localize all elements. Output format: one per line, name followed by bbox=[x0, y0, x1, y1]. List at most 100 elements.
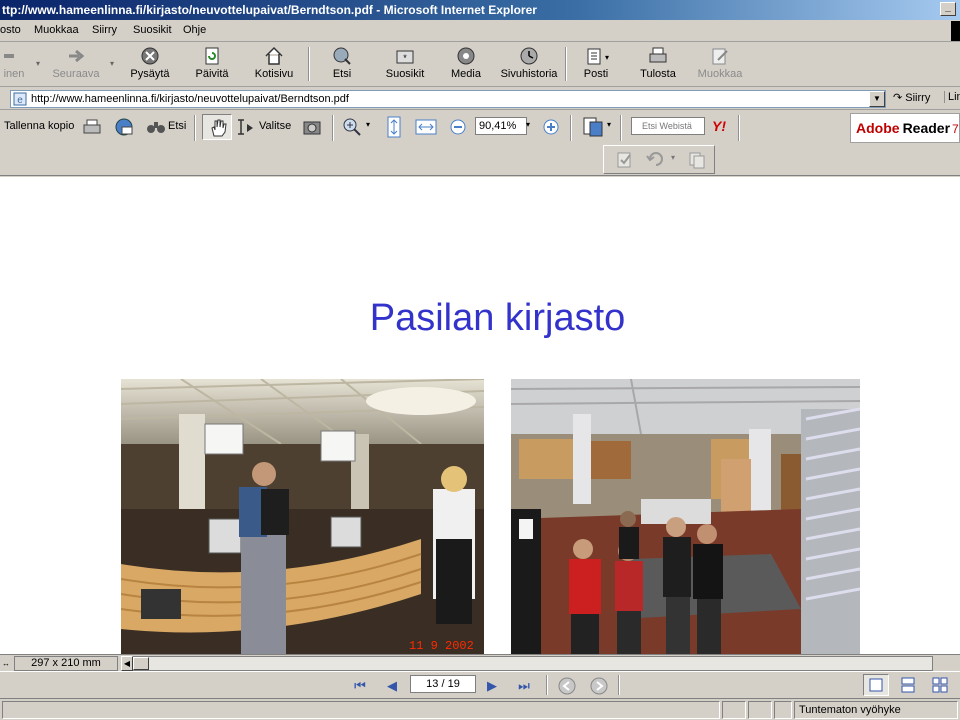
status-cell bbox=[774, 701, 792, 719]
forward-button[interactable]: Seuraava bbox=[50, 46, 102, 84]
window-title-bar: ttp://www.hameenlinna.fi/kirjasto/neuvot… bbox=[0, 0, 960, 20]
menu-edit[interactable]: Muokkaa bbox=[34, 24, 79, 36]
minimize-button[interactable]: _ bbox=[940, 2, 956, 16]
previous-page-icon[interactable]: ◀ bbox=[382, 676, 402, 696]
hand-icon bbox=[211, 119, 227, 137]
forward-dropdown-icon[interactable]: ▾ bbox=[110, 59, 114, 68]
stop-icon bbox=[141, 47, 159, 65]
back-arrow-icon bbox=[4, 54, 14, 58]
address-dropdown-button[interactable]: ▼ bbox=[869, 91, 885, 107]
status-bar: Tuntematon vyöhyke bbox=[0, 698, 960, 720]
scroll-left-arrow[interactable]: ◀ bbox=[121, 656, 133, 671]
fit-width-icon[interactable] bbox=[415, 117, 437, 137]
page-navigation-bar: ⏮ ◀ 13 / 19 ▶ ⏭ bbox=[0, 671, 960, 698]
library-interior-image bbox=[511, 379, 860, 654]
save-copy-button[interactable]: Tallenna kopio bbox=[4, 120, 74, 132]
binoculars-icon[interactable] bbox=[146, 118, 166, 136]
next-page-icon[interactable]: ▶ bbox=[482, 676, 502, 696]
copy-icon[interactable] bbox=[688, 151, 706, 169]
select-tool-button[interactable]: Valitse bbox=[259, 120, 291, 132]
zoom-in-icon[interactable] bbox=[543, 119, 559, 135]
edit-document-icon bbox=[712, 48, 728, 65]
single-page-icon bbox=[869, 678, 883, 692]
photo-date-stamp: 11 9 2002 bbox=[409, 639, 474, 653]
library-service-desk-image: 11 9 2002 bbox=[121, 379, 484, 654]
undo-dropdown-icon[interactable]: ▾ bbox=[671, 153, 675, 162]
toolbar-separator bbox=[565, 47, 567, 81]
edit-page-icon[interactable] bbox=[616, 151, 634, 169]
yahoo-logo[interactable]: Y! bbox=[712, 118, 726, 134]
menu-file[interactable]: osto bbox=[0, 24, 21, 36]
status-cell bbox=[722, 701, 746, 719]
go-button[interactable]: ↷ Siirry bbox=[893, 91, 930, 104]
hand-tool-button[interactable] bbox=[202, 114, 232, 140]
continuous-page-icon[interactable] bbox=[900, 677, 916, 693]
zoom-level-dropdown-icon[interactable]: ▾ bbox=[526, 120, 530, 129]
snapshot-camera-icon[interactable] bbox=[302, 117, 322, 137]
history-clock-icon bbox=[520, 47, 538, 65]
media-button[interactable]: Media bbox=[446, 46, 486, 84]
toolbar-separator bbox=[546, 675, 548, 695]
go-arrow-icon: ↷ bbox=[893, 92, 903, 104]
mail-button[interactable]: Posti bbox=[580, 46, 612, 84]
zoom-magnifier-icon[interactable] bbox=[342, 117, 362, 137]
history-button[interactable]: Sivuhistoria bbox=[498, 46, 560, 84]
back-button[interactable]: inen bbox=[0, 46, 28, 84]
mail-dropdown-icon[interactable]: ▾ bbox=[605, 53, 609, 62]
toolbar-separator bbox=[308, 47, 310, 81]
stop-button[interactable]: Pysäytä bbox=[125, 46, 175, 84]
page-layout-dropdown-icon[interactable]: ▾ bbox=[607, 120, 611, 129]
address-input[interactable]: e http://www.hameenlinna.fi/kirjasto/neu… bbox=[10, 90, 886, 108]
adobe-reader-logo: Adobe Reader 7 bbox=[850, 113, 960, 143]
standard-toolbar: inen ▾ Seuraava ▾ Pysäytä Päivitä Kotisi… bbox=[0, 43, 960, 87]
home-icon bbox=[265, 46, 283, 65]
horizontal-scrollbar[interactable] bbox=[121, 656, 933, 671]
menu-favorites[interactable]: Suosikit bbox=[133, 24, 172, 36]
facing-pages-icon[interactable] bbox=[932, 677, 948, 693]
favorites-button[interactable]: * Suosikit bbox=[383, 46, 427, 84]
back-dropdown-icon[interactable]: ▾ bbox=[36, 59, 40, 68]
page-size-label: 297 x 210 mm bbox=[14, 656, 118, 671]
mail-icon bbox=[587, 48, 601, 65]
toolbar-separator bbox=[738, 115, 740, 141]
library-photo-2 bbox=[511, 379, 860, 654]
links-button[interactable]: Lin bbox=[944, 91, 960, 103]
address-bar: e http://www.hameenlinna.fi/kirjasto/neu… bbox=[0, 88, 960, 110]
search-web-input[interactable]: Etsi Webistä bbox=[631, 117, 705, 135]
edit-button[interactable]: Muokkaa bbox=[696, 46, 744, 84]
email-globe-icon[interactable] bbox=[114, 117, 134, 137]
first-page-icon[interactable]: ⏮ bbox=[350, 676, 370, 696]
menu-go[interactable]: Siirry bbox=[92, 24, 117, 36]
media-icon bbox=[457, 47, 475, 65]
horizontal-scrollbar-row: ↔ 297 x 210 mm ◀ bbox=[0, 654, 960, 671]
fit-page-icon[interactable] bbox=[385, 116, 403, 138]
next-view-icon[interactable] bbox=[590, 677, 608, 695]
find-button[interactable]: Etsi bbox=[168, 120, 186, 132]
undo-icon[interactable] bbox=[646, 151, 668, 169]
menu-help[interactable]: Ohje bbox=[183, 24, 206, 36]
page-number-input[interactable]: 13 / 19 bbox=[410, 675, 476, 693]
svg-text:*: * bbox=[403, 53, 407, 63]
zoom-tool-dropdown-icon[interactable]: ▾ bbox=[366, 120, 370, 129]
zoom-out-icon[interactable] bbox=[450, 119, 466, 135]
pdf-document-view[interactable]: Pasilan kirjasto 11 9 2002 bbox=[0, 177, 960, 654]
reader-toolbar: Tallenna kopio Etsi Valitse ▾ 90,41% ▾ ▾… bbox=[0, 111, 960, 176]
toolbar-separator bbox=[620, 115, 622, 141]
menu-bar: osto Muokkaa Siirry Suosikit Ohje bbox=[0, 20, 960, 42]
page-layout-icon[interactable] bbox=[582, 116, 604, 138]
security-zone-label: Tuntematon vyöhyke bbox=[799, 704, 901, 716]
print-button[interactable]: Tulosta bbox=[638, 46, 678, 84]
home-button[interactable]: Kotisivu bbox=[250, 46, 298, 84]
text-select-icon[interactable] bbox=[236, 117, 256, 137]
single-page-button[interactable] bbox=[863, 674, 889, 696]
split-handle-icon[interactable]: ↔ bbox=[0, 657, 12, 670]
toolbar-separator bbox=[332, 115, 334, 141]
search-button[interactable]: Etsi bbox=[322, 46, 362, 84]
print-icon[interactable] bbox=[82, 117, 102, 137]
refresh-button[interactable]: Päivitä bbox=[190, 46, 234, 84]
search-globe-icon bbox=[333, 47, 351, 65]
previous-view-icon[interactable] bbox=[558, 677, 576, 695]
last-page-icon[interactable]: ⏭ bbox=[514, 676, 534, 696]
zoom-level-input[interactable]: 90,41% bbox=[475, 117, 527, 135]
scrollbar-thumb[interactable] bbox=[133, 657, 149, 670]
